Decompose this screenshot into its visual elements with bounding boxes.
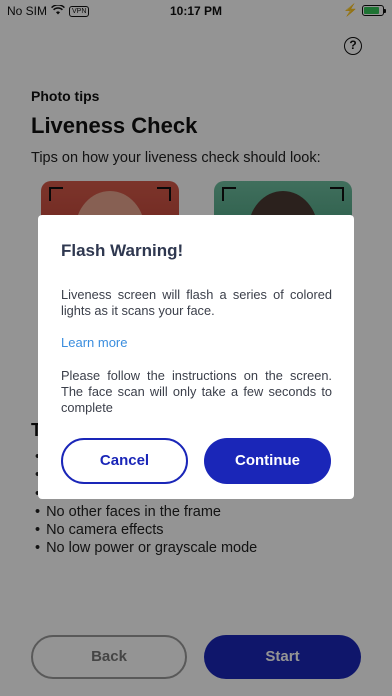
cancel-button[interactable]: Cancel: [61, 438, 188, 484]
dialog-title: Flash Warning!: [61, 241, 184, 260]
dialog-instructions-text: Please follow the instructions on the sc…: [61, 368, 332, 415]
dialog-body-text: Liveness screen will flash a series of c…: [61, 287, 332, 318]
continue-button[interactable]: Continue: [204, 438, 331, 484]
learn-more-link[interactable]: Learn more: [61, 335, 127, 350]
flash-warning-dialog: Flash Warning! Liveness screen will flas…: [38, 215, 354, 499]
